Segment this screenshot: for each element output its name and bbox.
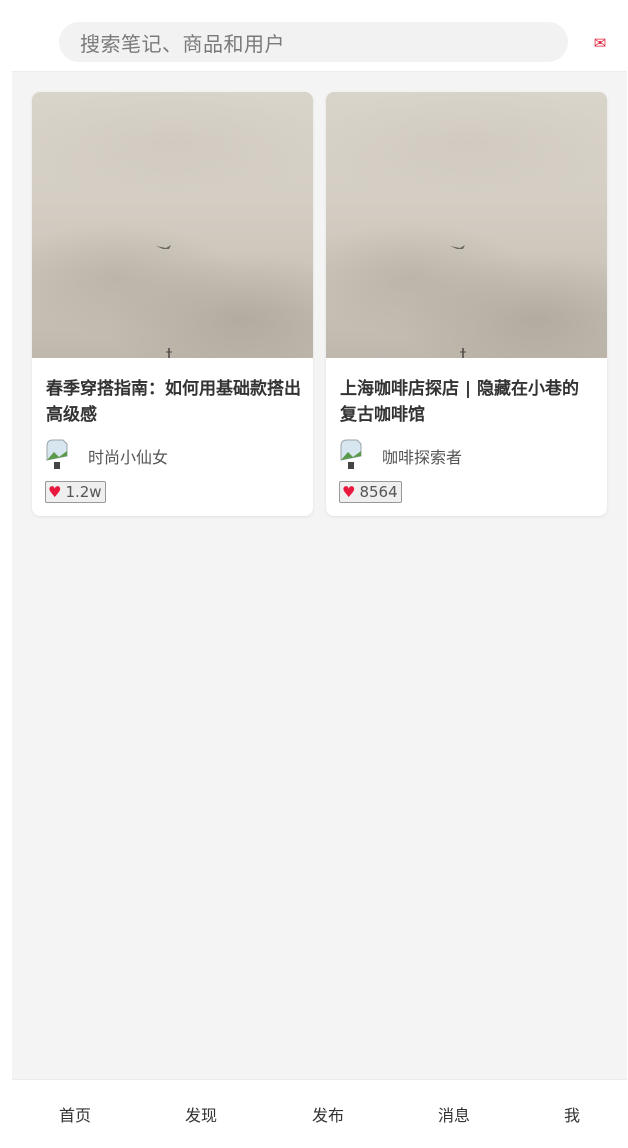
tab-home[interactable]: 首页 (59, 1102, 91, 1126)
note-card[interactable]: 春季穿搭指南：如何用基础款搭出高级感 时尚小仙女 ♥ 1.2w (32, 92, 313, 516)
mail-icon[interactable]: ✉ (592, 35, 608, 51)
author-name[interactable]: 时尚小仙女 (88, 444, 168, 468)
author-name[interactable]: 咖啡探索者 (382, 444, 462, 468)
plane-in-sky-illustration (156, 245, 172, 358)
tab-messages[interactable]: 消息 (438, 1102, 470, 1126)
tab-me[interactable]: 我 (564, 1102, 580, 1126)
bottom-tab-bar: 首页 发现 发布 消息 我 (12, 1079, 627, 1148)
app-shell: 搜索笔记、商品和用户 ✉ 春季穿搭指南：如何用基础款搭出高级感 时尚小仙女 ♥ … (12, 0, 627, 1148)
like-count: 1.2w (65, 482, 102, 501)
note-feed: 春季穿搭指南：如何用基础款搭出高级感 时尚小仙女 ♥ 1.2w 上海咖啡店探店 … (12, 72, 627, 1079)
note-title[interactable]: 上海咖啡店探店 | 隐藏在小巷的复古咖啡馆 (340, 376, 596, 428)
tab-publish[interactable]: 发布 (312, 1102, 344, 1126)
heart-icon: ♥ (342, 482, 356, 501)
like-count-badge[interactable]: ♥ 8564 (339, 481, 402, 503)
note-title[interactable]: 春季穿搭指南：如何用基础款搭出高级感 (46, 376, 302, 428)
avatar[interactable] (45, 438, 69, 470)
top-bar: 搜索笔记、商品和用户 ✉ (12, 0, 627, 72)
like-count-badge[interactable]: ♥ 1.2w (45, 481, 106, 503)
search-input[interactable]: 搜索笔记、商品和用户 (59, 22, 568, 62)
like-count: 8564 (359, 482, 398, 501)
avatar[interactable] (339, 438, 363, 470)
search-placeholder: 搜索笔记、商品和用户 (80, 31, 285, 56)
author-row[interactable]: 时尚小仙女 (45, 438, 305, 470)
author-row[interactable]: 咖啡探索者 (339, 438, 599, 470)
note-card[interactable]: 上海咖啡店探店 | 隐藏在小巷的复古咖啡馆 咖啡探索者 ♥ 8564 (326, 92, 607, 516)
plane-in-sky-illustration (450, 245, 466, 358)
heart-icon: ♥ (48, 482, 62, 501)
note-cover-image[interactable] (32, 92, 313, 358)
tab-discover[interactable]: 发现 (185, 1102, 217, 1126)
note-cover-image[interactable] (326, 92, 607, 358)
